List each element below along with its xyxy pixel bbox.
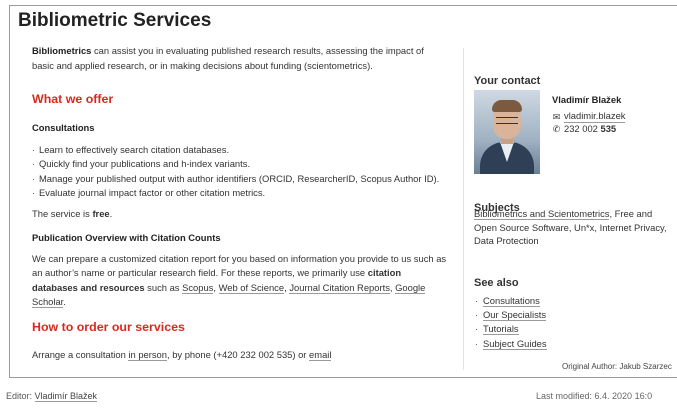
see-also-item-consultations: Consultations	[474, 294, 547, 308]
what-we-offer-heading: What we offer	[32, 92, 114, 106]
email-icon: ✉	[552, 111, 561, 122]
consultations-section: Consultations Learn to effectively searc…	[32, 121, 448, 319]
footer-editor: Editor: Vladimír Blažek	[6, 391, 98, 402]
contact-phone-line: ✆ 232 002 535	[552, 123, 625, 135]
email-link[interactable]: email	[309, 349, 332, 361]
subjects-list: Bibliometrics and Scientometrics, Free a…	[474, 208, 667, 246]
your-contact-heading: Your contact	[474, 74, 541, 87]
our-specialists-link[interactable]: Our Specialists	[483, 309, 547, 322]
consultations-link[interactable]: Consultations	[483, 295, 540, 307]
editor-link[interactable]: Vladimír Blažek	[34, 391, 98, 402]
bibliometrics-subject-link[interactable]: Bibliometrics and Scientometrics	[474, 208, 610, 220]
offer-list-item: Evaluate journal impact factor or other …	[32, 186, 448, 201]
subject-guides-link[interactable]: Subject Guides	[483, 337, 547, 350]
offer-list: Learn to effectively search citation dat…	[32, 143, 448, 201]
how-to-order-heading: How to order our services	[32, 320, 185, 334]
contact-name: Vladimír Blažek	[552, 94, 622, 105]
overview-paragraph: We can prepare a customized citation rep…	[32, 252, 447, 309]
sidebar-divider	[463, 48, 464, 370]
intro-paragraph: Bibliometrics can assist you in evaluati…	[32, 44, 448, 73]
contact-phone: 232 002 535	[564, 123, 617, 134]
see-also-heading: See also	[474, 276, 519, 289]
phone-icon: ✆	[552, 124, 561, 134]
contact-photo	[474, 90, 540, 174]
see-also-list: Consultations Our Specialists Tutorials …	[474, 294, 547, 351]
free-bold: free	[92, 207, 110, 219]
in-person-link[interactable]: in person	[128, 349, 167, 361]
original-author: Original Author: Jakub Szarzec	[562, 362, 672, 371]
offer-list-item: Manage your published output with author…	[32, 172, 448, 187]
order-paragraph: Arrange a consultation in person, by pho…	[32, 349, 332, 361]
tutorials-link[interactable]: Tutorials	[483, 323, 519, 336]
overview-heading: Publication Overview with Citation Count…	[32, 231, 221, 243]
last-modified: Last modified: 6.4. 2020 16:0	[536, 391, 653, 401]
main-content: Bibliometrics can assist you in evaluati…	[32, 44, 448, 73]
see-also-item-tutorials: Tutorials	[474, 322, 547, 337]
contact-details: Vladimír Blažek ✉ vladimir.blazek ✆ 232 …	[552, 94, 626, 135]
contact-email-link[interactable]: vladimir.blazek	[564, 110, 626, 123]
scopus-link[interactable]: Scopus	[182, 281, 214, 294]
see-also-item-subject-guides: Subject Guides	[474, 337, 547, 351]
web-of-science-link[interactable]: Web of Science	[218, 281, 285, 294]
contact-email-line: ✉ vladimir.blazek	[552, 110, 626, 123]
see-also-item-our-specialists: Our Specialists	[474, 308, 547, 323]
intro-text: can assist you in evaluating published r…	[32, 45, 424, 71]
offer-list-item: Learn to effectively search citation dat…	[32, 143, 448, 158]
intro-bold-term: Bibliometrics	[32, 45, 92, 56]
offer-list-item: Quickly find your publications and h-ind…	[32, 157, 448, 172]
service-free-text: The service is free.	[32, 207, 113, 219]
page-title: Bibliometric Services	[18, 10, 212, 31]
journal-citation-reports-link[interactable]: Journal Citation Reports	[289, 281, 390, 294]
consultations-heading: Consultations	[32, 122, 95, 133]
